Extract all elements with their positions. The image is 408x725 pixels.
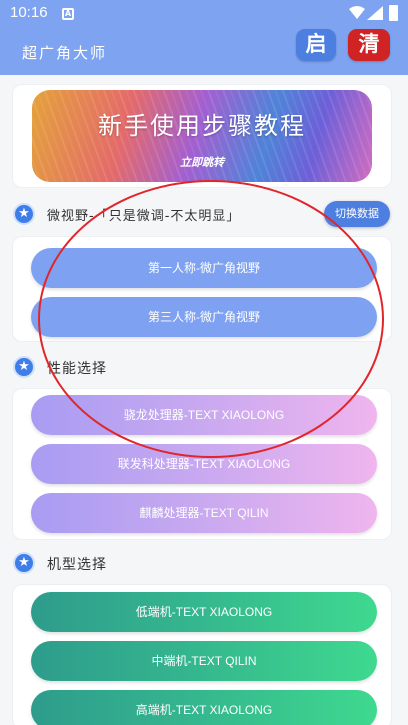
section-label-model: 机型选择 <box>47 557 107 573</box>
low-end-model-button[interactable]: 低端机-TEXT XIAOLONG <box>31 592 377 632</box>
start-button[interactable]: 启 <box>296 29 336 61</box>
kirin-processor-button[interactable]: 麒麟处理器-TEXT QILIN <box>31 493 377 533</box>
mid-range-model-button[interactable]: 中端机-TEXT QILIN <box>31 641 377 681</box>
clear-button[interactable]: 清 <box>348 29 390 61</box>
section-label-performance: 性能选择 <box>47 361 107 377</box>
status-time: 10:16 <box>10 4 48 21</box>
star-icon: ★ <box>13 356 35 378</box>
first-person-view-button[interactable]: 第一人称-微广角视野 <box>31 248 377 288</box>
status-bar: 10:16 A <box>0 0 408 28</box>
signal-icon <box>367 6 383 20</box>
star-icon: ★ <box>13 552 35 574</box>
tutorial-banner[interactable]: 新手使用步骤教程 立即跳转 <box>32 90 372 182</box>
wifi-icon <box>349 6 365 19</box>
app-title: 超广角大师 <box>22 44 108 62</box>
app-header: 10:16 A 超广角大师 启 清 <box>0 0 408 75</box>
mediatek-processor-button[interactable]: 联发科处理器-TEXT XIAOLONG <box>31 444 377 484</box>
section-label-view: 微视野-「只是微调-不太明显」 <box>47 209 241 224</box>
banner-jump-link[interactable]: 立即跳转 <box>32 154 372 170</box>
banner-title: 新手使用步骤教程 <box>98 112 306 140</box>
snapdragon-processor-button[interactable]: 骁龙处理器-TEXT XIAOLONG <box>31 395 377 435</box>
high-end-model-button[interactable]: 高端机-TEXT XIAOLONG <box>31 690 377 725</box>
battery-icon <box>389 5 398 21</box>
switch-data-button[interactable]: 切换数据 <box>324 201 390 227</box>
notification-a-icon: A <box>62 8 74 20</box>
third-person-view-button[interactable]: 第三人称-微广角视野 <box>31 297 377 337</box>
star-icon: ★ <box>13 203 35 225</box>
